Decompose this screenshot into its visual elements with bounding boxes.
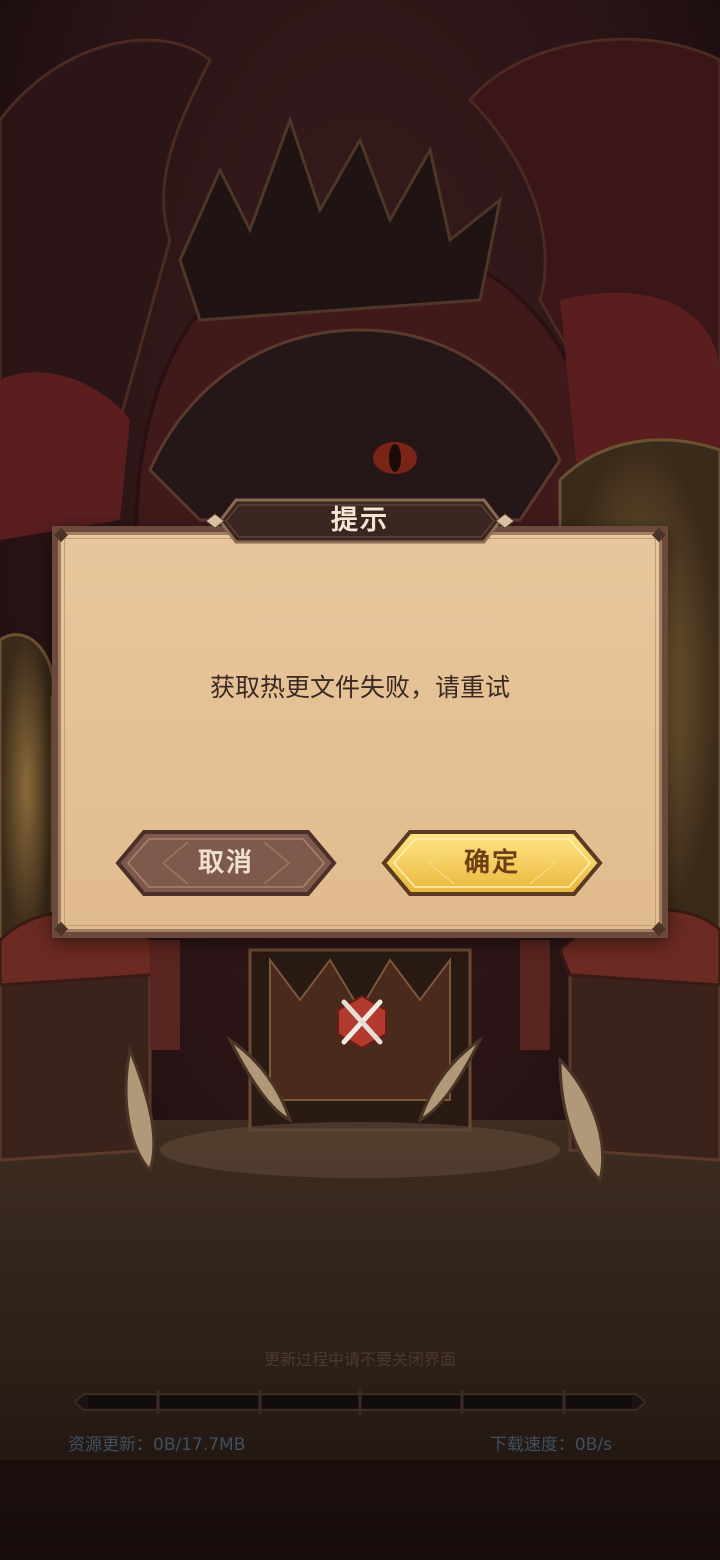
download-speed-value: 0B/s [574, 1435, 612, 1455]
confirm-button[interactable]: 确定 [380, 828, 604, 898]
resource-update-label: 资源更新： [68, 1435, 153, 1455]
crossed-swords-icon [337, 994, 387, 1050]
dialog-title: 提示 [331, 505, 389, 536]
resource-update-value: 0B/17.7MB [153, 1435, 246, 1455]
download-speed-label: 下载速度： [489, 1435, 575, 1455]
confirm-button-label: 确定 [463, 848, 520, 878]
update-progress-bar [74, 1390, 646, 1414]
game-scene: 提示 获取热更文件失败，请重试 取消 确定 更新过程中请不要关闭界面 资源更新：… [0, 0, 720, 1560]
dialog-message: 获取热更文件失败，请重试 [209, 673, 510, 702]
cancel-button[interactable]: 取消 [114, 828, 338, 898]
cancel-button-label: 取消 [197, 848, 254, 878]
resource-update-status: 资源更新：0B/17.7MB [68, 1430, 245, 1455]
download-speed-status: 下载速度：0B/s [490, 1430, 612, 1455]
update-hint-text: 更新过程中请不要关闭界面 [263, 1350, 456, 1369]
